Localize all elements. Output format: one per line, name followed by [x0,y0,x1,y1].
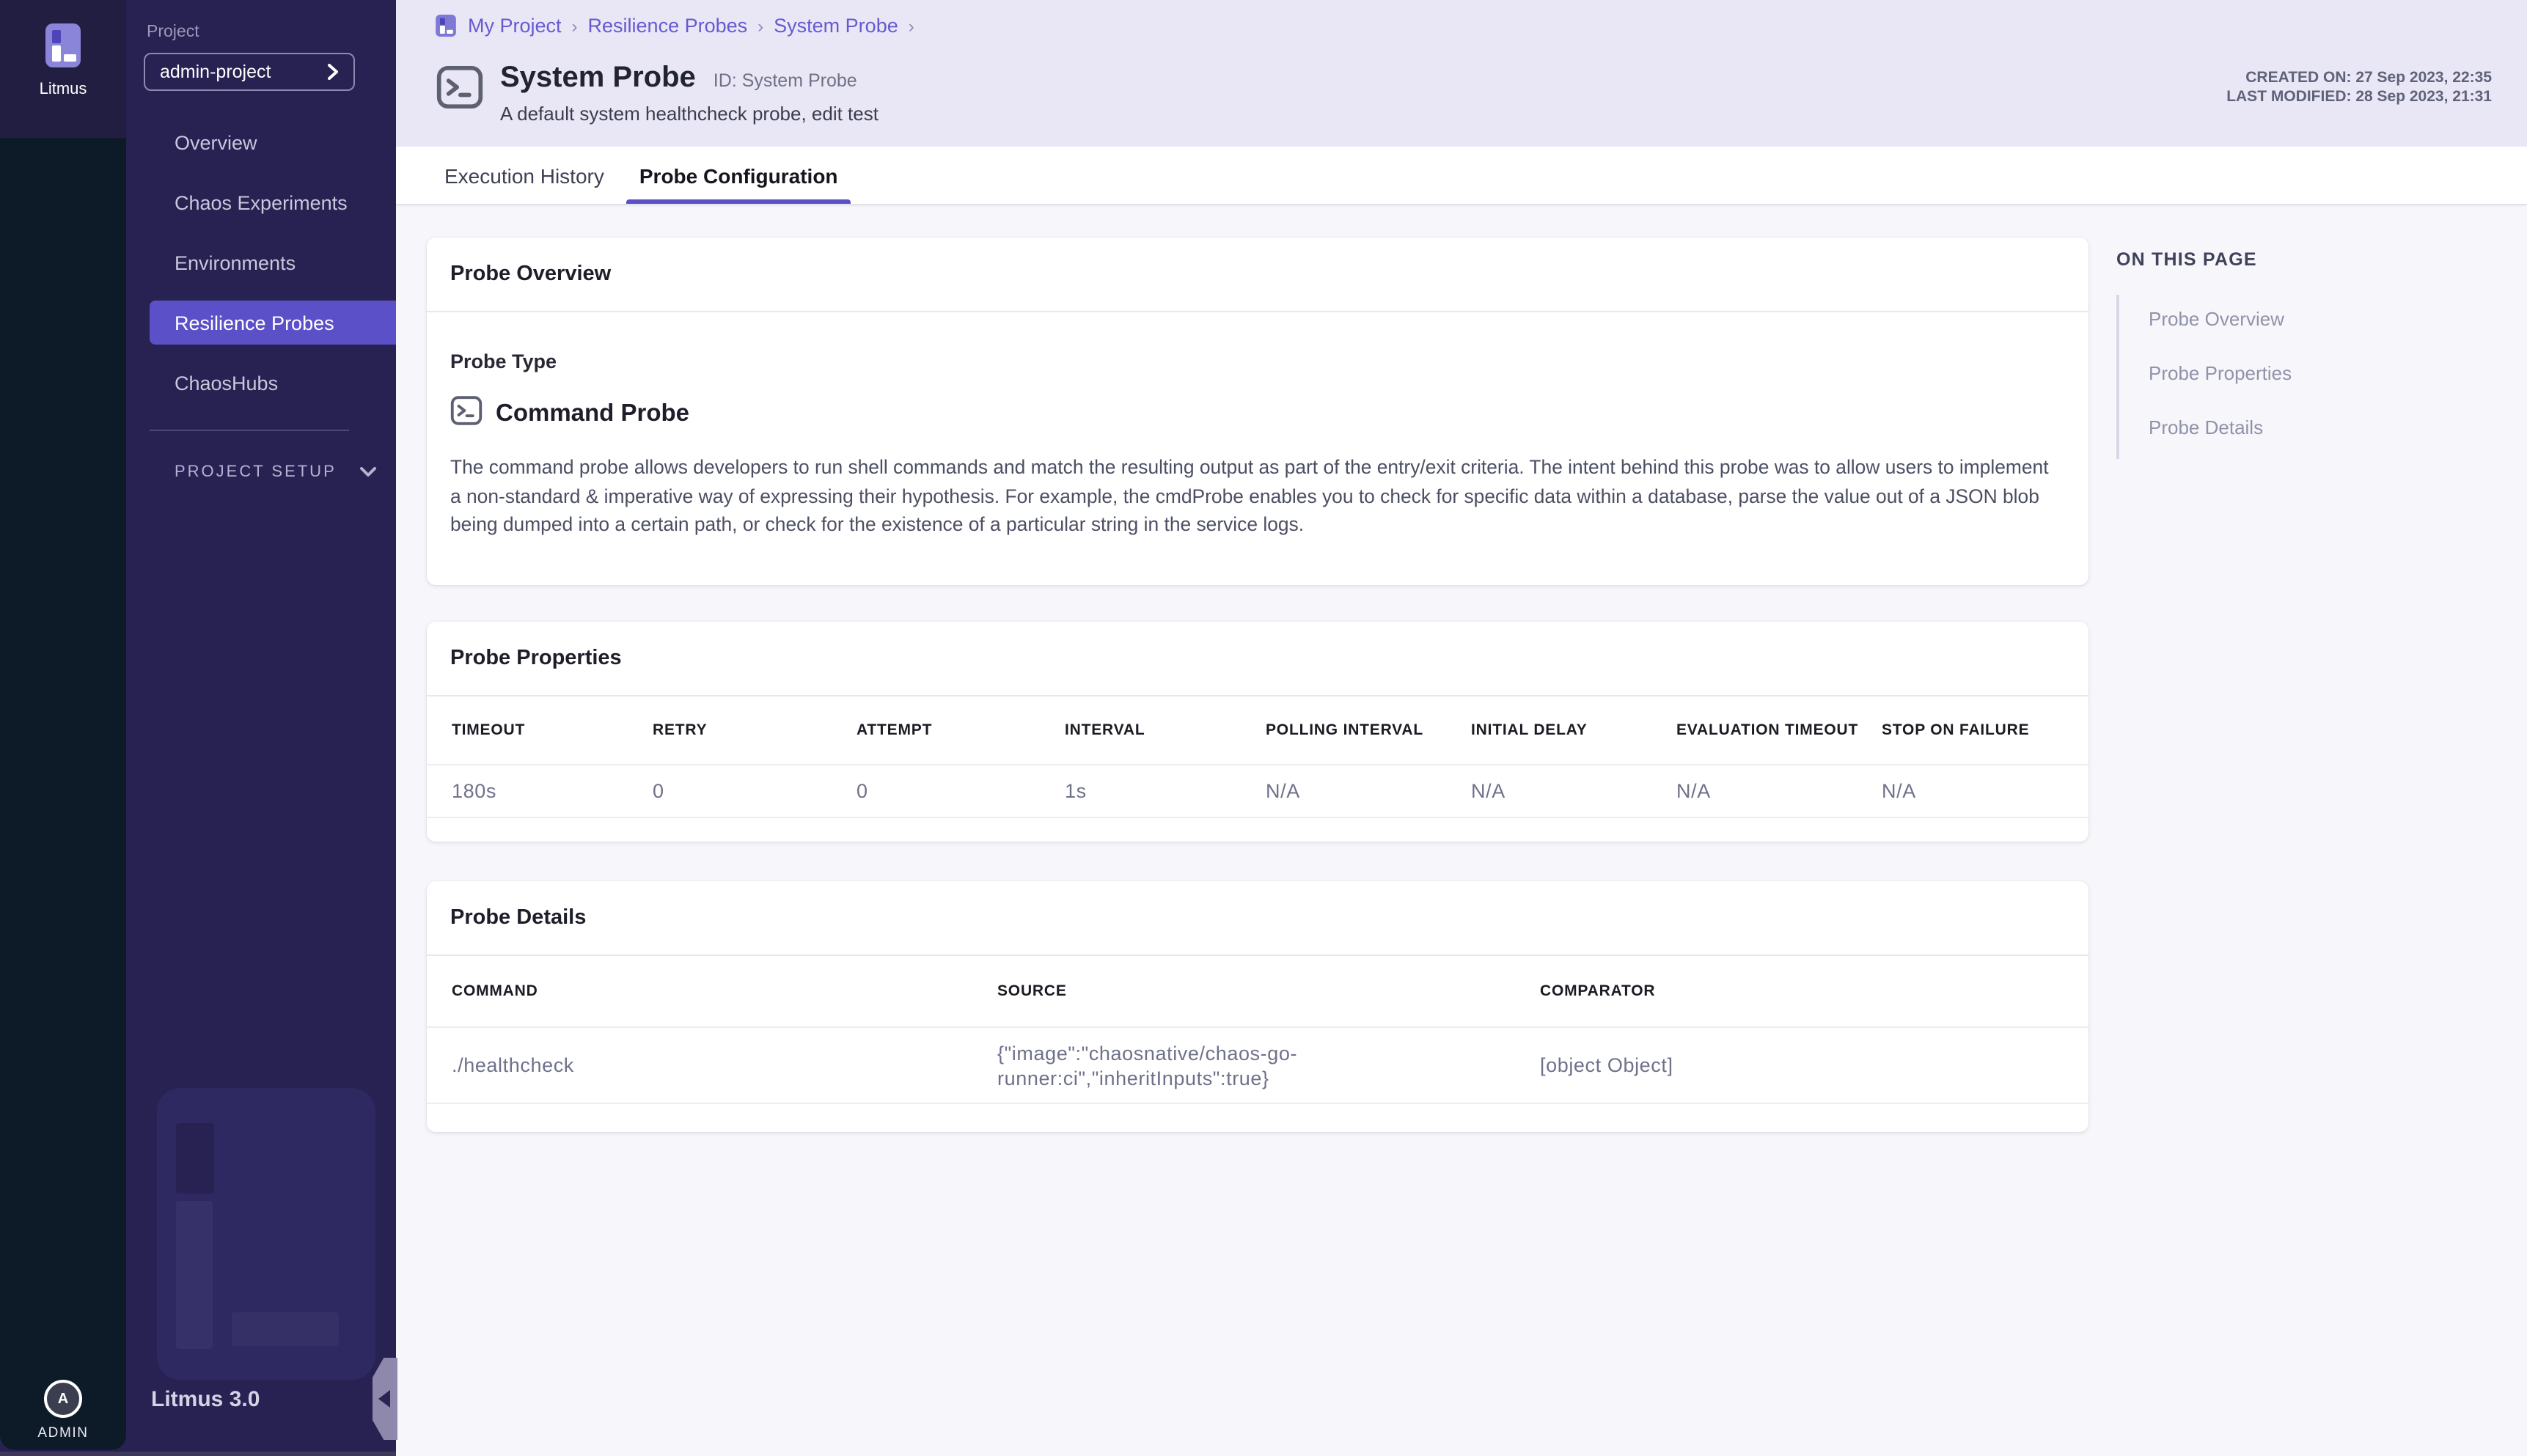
details-table-row: ./healthcheck {"image":"chaosnative/chao… [427,1028,2088,1104]
user-avatar[interactable]: A [44,1380,82,1418]
created-on: CREATED ON: 27 Sep 2023, 22:35 [2226,69,2492,88]
user-role-label: ADMIN [0,1425,126,1441]
project-label: Project [147,23,199,41]
litmus-watermark [157,1088,375,1380]
litmus-mini-logo-icon [436,15,456,37]
retry-value: 0 [653,780,857,802]
probe-type-value: Command Probe [496,400,689,428]
column-header: STOP ON FAILURE [1882,721,2064,739]
last-modified: LAST MODIFIED: 28 Sep 2023, 21:31 [2226,88,2492,107]
probe-details-card: Probe Details COMMAND SOURCE COMPARATOR … [427,881,2088,1132]
tab-probe-configuration[interactable]: Probe Configuration [626,147,851,204]
content-area: Probe Overview Probe Type Command Probe [396,207,2527,1456]
app-rail: Litmus A ADMIN [0,0,126,1450]
sidebar: Project admin-project Overview Chaos Exp… [126,0,396,1456]
sidebar-divider [150,430,349,431]
on-this-page: ON THIS PAGE Probe Overview Probe Proper… [2116,249,2410,459]
breadcrumb-item-system-probe[interactable]: System Probe [774,15,898,37]
project-setup-label: PROJECT SETUP [175,463,337,481]
breadcrumb-separator: › [572,15,578,36]
breadcrumb-item-resilience-probes[interactable]: Resilience Probes [588,15,748,37]
left-panel: Litmus A ADMIN Project admin-project Ove… [0,0,396,1456]
sidebar-item-overview[interactable]: Overview [150,120,396,164]
column-header: COMMAND [452,982,997,1000]
collapse-arrow-icon [378,1390,390,1408]
watermark-shape [232,1312,339,1346]
column-header: ATTEMPT [857,721,1065,739]
avatar-initial: A [58,1391,68,1407]
breadcrumb-separator: › [909,15,914,36]
probe-type-description: The command probe allows developers to r… [450,453,2058,539]
probe-properties-heading: Probe Properties [427,622,2088,696]
project-setup-toggle[interactable]: PROJECT SETUP [175,463,377,481]
toc-link-probe-details[interactable]: Probe Details [2149,416,2410,438]
toc-link-probe-properties[interactable]: Probe Properties [2149,362,2410,384]
attempt-value: 0 [857,780,1065,802]
column-header: TIMEOUT [452,721,653,739]
probe-type-label: Probe Type [450,350,2065,372]
column-header: INITIAL DELAY [1471,721,1676,739]
sidebar-item-environments[interactable]: Environments [150,240,396,284]
title-block: System Probe ID: System Probe A default … [436,62,879,125]
page-header: My Project › Resilience Probes › System … [396,0,2527,147]
sidebar-nav: Overview Chaos Experiments Environments … [126,120,396,421]
details-table-header: COMMAND SOURCE COMPARATOR [427,956,2088,1028]
properties-table-header: TIMEOUT RETRY ATTEMPT INTERVAL POLLING I… [427,696,2088,765]
source-value: {"image":"chaosnative/chaos-go-runner:ci… [997,1040,1305,1090]
stop-on-failure-value: N/A [1882,780,2064,802]
breadcrumb-item-my-project[interactable]: My Project [468,15,562,37]
initial-delay-value: N/A [1471,780,1676,802]
sidebar-item-chaoshubs[interactable]: ChaosHubs [150,361,396,405]
evaluation-timeout-value: N/A [1676,780,1882,802]
litmus-logo-icon[interactable] [45,23,81,75]
column-header: EVALUATION TIMEOUT [1676,721,1882,739]
chevron-right-icon [327,63,339,81]
project-selector-value: admin-project [160,62,327,82]
command-probe-icon [450,394,483,434]
interval-value: 1s [1065,780,1266,802]
probe-description: A default system healthcheck probe, edit… [500,103,879,125]
tab-execution-history[interactable]: Execution History [431,147,617,204]
tab-bar: Execution History Probe Configuration [396,147,2527,205]
timeout-value: 180s [452,780,653,802]
comparator-value: [object Object] [1540,1054,2064,1076]
polling-interval-value: N/A [1266,780,1471,802]
probe-properties-card: Probe Properties TIMEOUT RETRY ATTEMPT I… [427,622,2088,842]
column-header: SOURCE [997,982,1540,1000]
probe-overview-heading: Probe Overview [427,238,2088,312]
probe-details-heading: Probe Details [427,881,2088,956]
sidebar-item-resilience-probes[interactable]: Resilience Probes [150,301,396,345]
terminal-probe-icon [436,65,484,125]
properties-table-row: 180s 0 0 1s N/A N/A N/A N/A [427,765,2088,818]
column-header: RETRY [653,721,857,739]
column-header: COMPARATOR [1540,982,2064,1000]
toc-link-probe-overview[interactable]: Probe Overview [2149,308,2410,330]
watermark-shape [176,1201,213,1349]
command-value: ./healthcheck [452,1054,997,1076]
column-header: POLLING INTERVAL [1266,721,1471,739]
timestamps: CREATED ON: 27 Sep 2023, 22:35 LAST MODI… [2226,69,2492,107]
watermark-shape [176,1123,214,1194]
on-this-page-title: ON THIS PAGE [2116,249,2410,270]
on-this-page-list: Probe Overview Probe Properties Probe De… [2116,295,2410,459]
breadcrumb-separator: › [758,15,763,36]
version-label: Litmus 3.0 [151,1387,260,1412]
chevron-down-icon [359,466,377,478]
column-header: INTERVAL [1065,721,1266,739]
breadcrumb: My Project › Resilience Probes › System … [436,15,925,37]
probe-id-label: ID: System Probe [714,70,857,91]
page-title: System Probe [500,62,696,95]
brand-name: Litmus [0,81,126,98]
probe-overview-card: Probe Overview Probe Type Command Probe [427,238,2088,585]
main-area: My Project › Resilience Probes › System … [396,0,2527,1456]
sidebar-item-chaos-experiments[interactable]: Chaos Experiments [150,180,396,224]
project-selector[interactable]: admin-project [144,53,355,91]
app-window: Litmus A ADMIN Project admin-project Ove… [0,0,2527,1456]
